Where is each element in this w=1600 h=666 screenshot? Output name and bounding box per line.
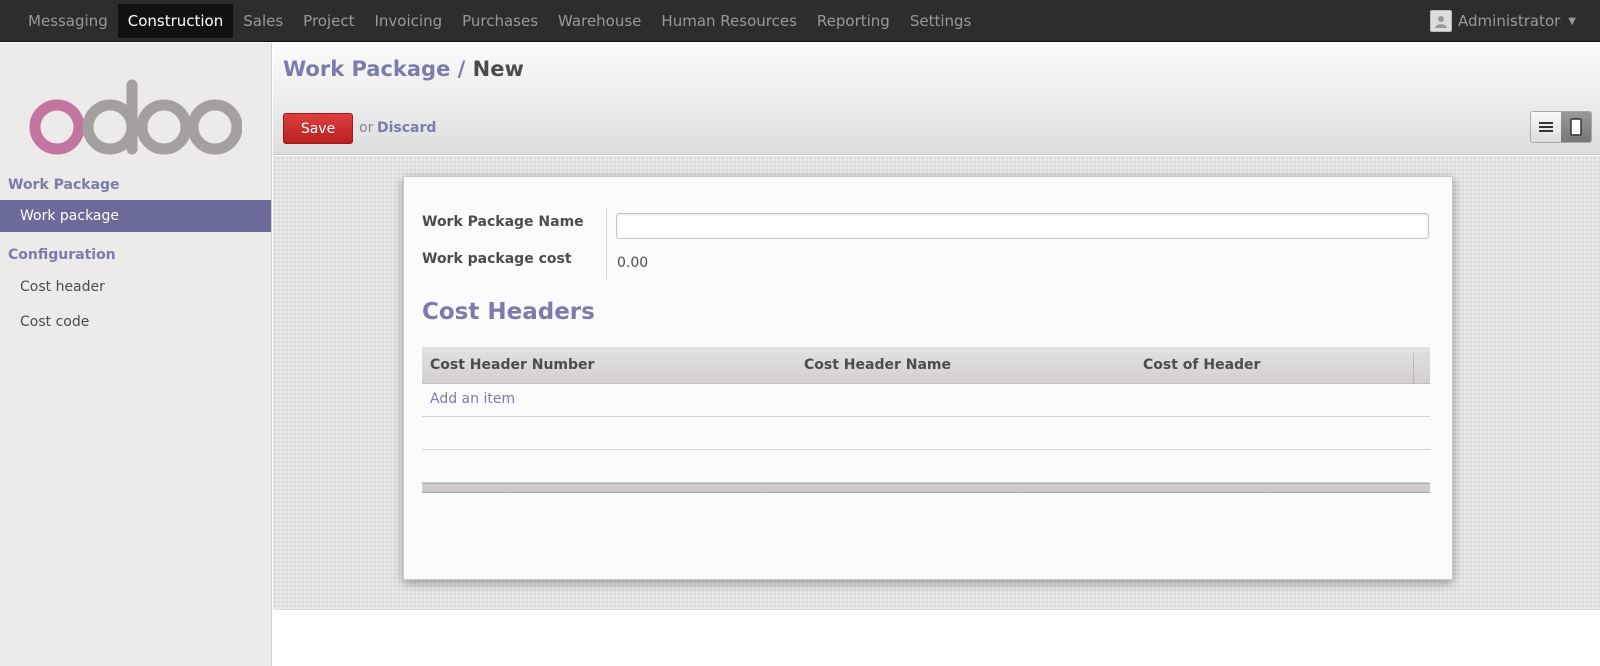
column-divider bbox=[1413, 353, 1414, 383]
form-sheet: Work Package Name Work package cost 0.00… bbox=[403, 176, 1453, 580]
form-view-button[interactable] bbox=[1561, 112, 1591, 142]
cost-headers-title: Cost Headers bbox=[422, 299, 595, 325]
list-view-button[interactable] bbox=[1531, 112, 1561, 142]
menu-warehouse[interactable]: Warehouse bbox=[548, 4, 651, 38]
table-footer bbox=[422, 483, 1430, 493]
sidebar-section-work-package: Work Package bbox=[8, 177, 120, 193]
column-cost-of-header[interactable]: Cost of Header bbox=[1143, 347, 1260, 384]
menu-settings[interactable]: Settings bbox=[900, 4, 982, 38]
table-row bbox=[422, 417, 1430, 450]
menu-invoicing[interactable]: Invoicing bbox=[365, 4, 453, 38]
sidebar-section-configuration: Configuration bbox=[8, 247, 116, 263]
view-switcher bbox=[1530, 111, 1592, 143]
table-row: Add an item bbox=[422, 384, 1430, 417]
work-package-cost-label: Work package cost bbox=[422, 251, 572, 267]
breadcrumb: Work Package / New bbox=[283, 57, 524, 81]
menu-human-resources[interactable]: Human Resources bbox=[651, 4, 806, 38]
or-text: or bbox=[359, 120, 374, 136]
form-content: Work Package Name Work package cost 0.00… bbox=[273, 156, 1600, 610]
menu-project[interactable]: Project bbox=[293, 4, 364, 38]
form-icon bbox=[1570, 118, 1582, 136]
menu-construction[interactable]: Construction bbox=[117, 4, 234, 38]
menu-purchases[interactable]: Purchases bbox=[452, 4, 548, 38]
column-cost-header-name[interactable]: Cost Header Name bbox=[804, 347, 951, 384]
table-row bbox=[422, 450, 1430, 483]
menu-sales[interactable]: Sales bbox=[233, 4, 293, 38]
work-package-name-input[interactable] bbox=[616, 213, 1429, 239]
field-separator bbox=[606, 207, 607, 279]
odoo-logo-graphic bbox=[29, 79, 243, 155]
add-item-link[interactable]: Add an item bbox=[430, 384, 515, 415]
user-icon bbox=[1435, 16, 1448, 28]
control-panel: Work Package / New Save or Discard bbox=[273, 43, 1600, 155]
user-name: Administrator bbox=[1458, 12, 1561, 30]
list-icon bbox=[1539, 122, 1553, 132]
sidebar: odoo Work Package Work package Configura… bbox=[0, 43, 272, 666]
breadcrumb-parent[interactable]: Work Package bbox=[283, 57, 450, 81]
user-menu[interactable]: Administrator ▼ bbox=[1430, 4, 1576, 38]
menu-messaging[interactable]: Messaging bbox=[18, 4, 118, 38]
table-header: Cost Header Number Cost Header Name Cost… bbox=[422, 347, 1430, 384]
save-button[interactable]: Save bbox=[283, 113, 353, 144]
top-menu: Messaging Construction Sales Project Inv… bbox=[18, 4, 981, 38]
sidebar-item-cost-code[interactable]: Cost code bbox=[0, 306, 271, 338]
breadcrumb-separator: / bbox=[457, 57, 466, 81]
work-package-cost-value: 0.00 bbox=[617, 255, 649, 271]
menu-reporting[interactable]: Reporting bbox=[807, 4, 900, 38]
breadcrumb-current: New bbox=[472, 57, 524, 81]
avatar bbox=[1430, 10, 1453, 32]
caret-down-icon: ▼ bbox=[1568, 15, 1576, 27]
sidebar-item-cost-header[interactable]: Cost header bbox=[0, 271, 271, 303]
work-package-name-label: Work Package Name bbox=[422, 214, 584, 230]
discard-link[interactable]: Discard bbox=[377, 120, 436, 136]
top-navbar: Messaging Construction Sales Project Inv… bbox=[0, 0, 1600, 42]
sidebar-item-work-package[interactable]: Work package bbox=[0, 200, 271, 232]
column-cost-header-number[interactable]: Cost Header Number bbox=[430, 347, 594, 384]
cost-headers-table: Cost Header Number Cost Header Name Cost… bbox=[422, 347, 1430, 493]
odoo-logo: odoo bbox=[28, 63, 243, 163]
